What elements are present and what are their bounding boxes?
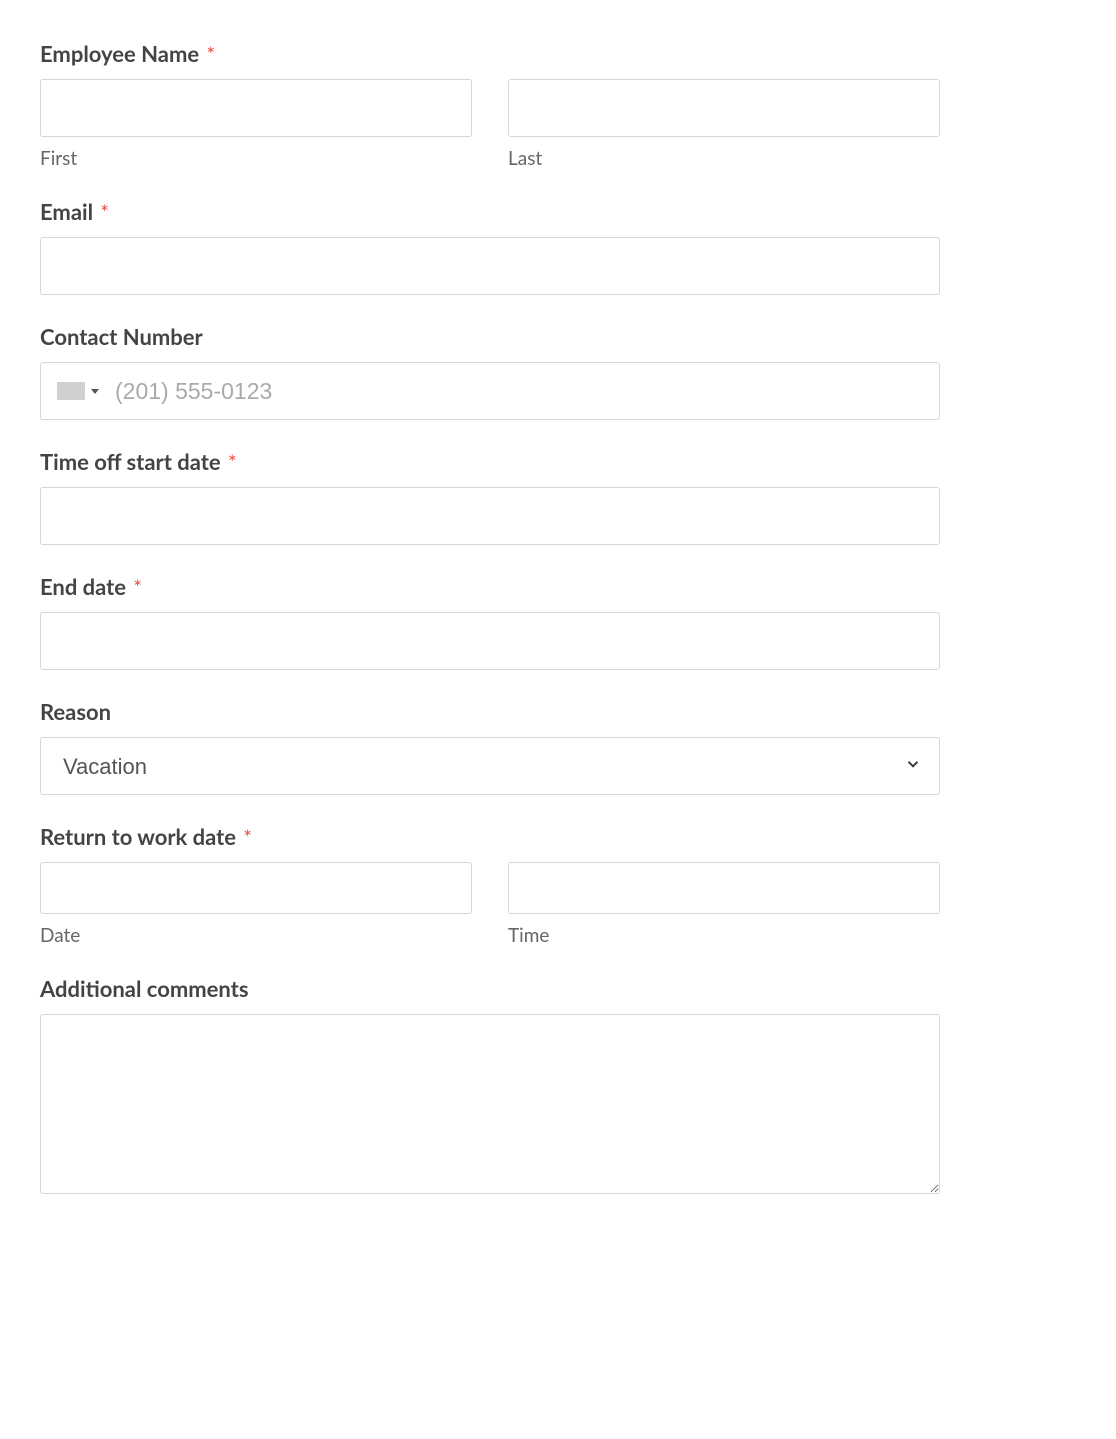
email-field: Email * bbox=[40, 198, 940, 295]
country-flag-selector[interactable] bbox=[57, 382, 99, 400]
first-name-sublabel: First bbox=[40, 147, 472, 170]
contact-number-label: Contact Number bbox=[40, 323, 940, 350]
return-time-input[interactable] bbox=[508, 862, 940, 914]
reason-select[interactable]: Vacation bbox=[40, 737, 940, 795]
return-time-col: Time bbox=[508, 862, 940, 947]
reason-select-wrapper: Vacation bbox=[40, 737, 940, 795]
phone-input[interactable] bbox=[115, 363, 923, 419]
comments-label: Additional comments bbox=[40, 975, 940, 1002]
phone-wrapper bbox=[40, 362, 940, 420]
first-name-col: First bbox=[40, 79, 472, 170]
email-label: Email * bbox=[40, 198, 940, 225]
contact-number-field: Contact Number bbox=[40, 323, 940, 420]
required-marker: * bbox=[243, 826, 252, 850]
email-input[interactable] bbox=[40, 237, 940, 295]
caret-down-icon bbox=[91, 389, 99, 394]
form-container: Employee Name * First Last Email * Conta… bbox=[40, 40, 940, 1198]
name-row: First Last bbox=[40, 79, 940, 170]
return-time-sublabel: Time bbox=[508, 924, 940, 947]
flag-icon bbox=[57, 382, 85, 400]
return-date-col: Date bbox=[40, 862, 472, 947]
required-marker: * bbox=[133, 576, 142, 600]
return-to-work-field: Return to work date * Date Time bbox=[40, 823, 940, 947]
reason-label: Reason bbox=[40, 698, 940, 725]
last-name-col: Last bbox=[508, 79, 940, 170]
last-name-input[interactable] bbox=[508, 79, 940, 137]
return-date-input[interactable] bbox=[40, 862, 472, 914]
return-to-work-label: Return to work date * bbox=[40, 823, 940, 850]
comments-field: Additional comments bbox=[40, 975, 940, 1198]
end-date-label: End date * bbox=[40, 573, 940, 600]
end-date-input[interactable] bbox=[40, 612, 940, 670]
end-date-field: End date * bbox=[40, 573, 940, 670]
last-name-sublabel: Last bbox=[508, 147, 940, 170]
start-date-input[interactable] bbox=[40, 487, 940, 545]
first-name-input[interactable] bbox=[40, 79, 472, 137]
employee-name-field: Employee Name * First Last bbox=[40, 40, 940, 170]
start-date-field: Time off start date * bbox=[40, 448, 940, 545]
required-marker: * bbox=[100, 201, 109, 225]
required-marker: * bbox=[207, 43, 216, 67]
employee-name-label: Employee Name * bbox=[40, 40, 940, 67]
return-date-sublabel: Date bbox=[40, 924, 472, 947]
return-row: Date Time bbox=[40, 862, 940, 947]
comments-textarea[interactable] bbox=[40, 1014, 940, 1194]
reason-field: Reason Vacation bbox=[40, 698, 940, 795]
start-date-label: Time off start date * bbox=[40, 448, 940, 475]
required-marker: * bbox=[228, 451, 237, 475]
